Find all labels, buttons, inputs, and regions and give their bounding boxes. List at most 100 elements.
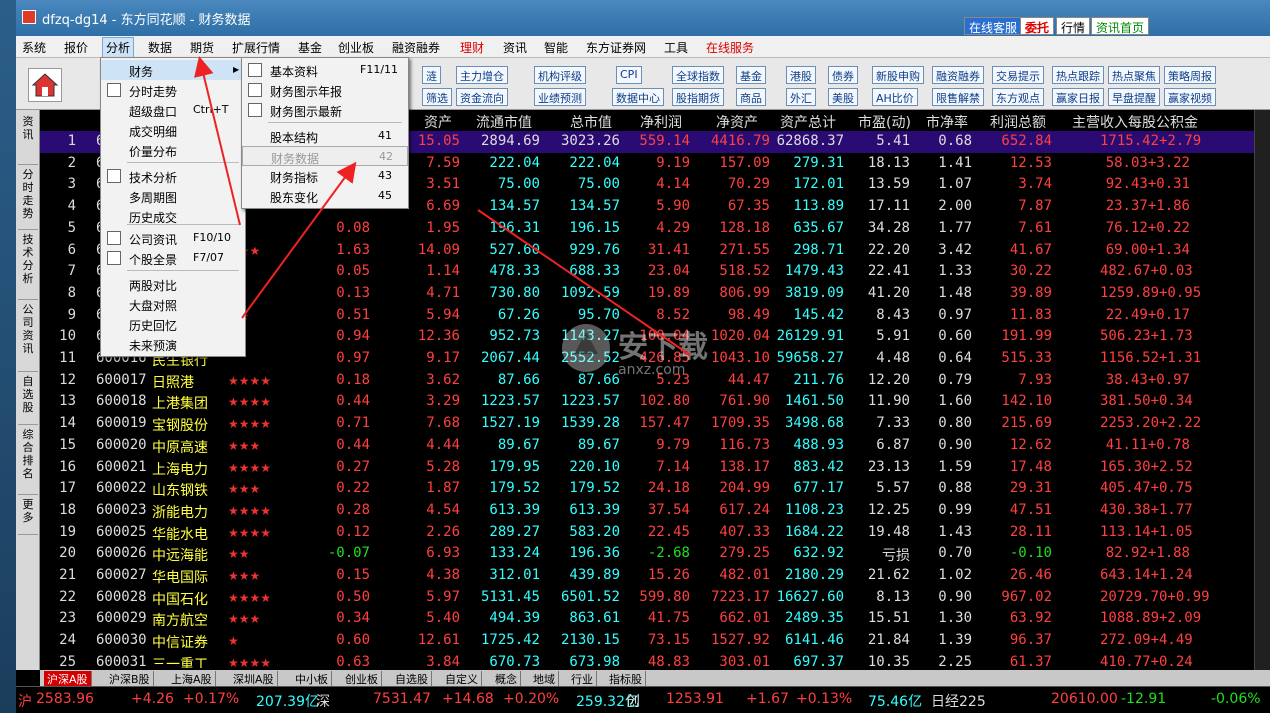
menu-0[interactable]: 系统	[22, 39, 46, 56]
market-tab-0[interactable]: 沪深A股	[44, 671, 92, 687]
vtab-6[interactable]: 更多	[18, 495, 38, 535]
online-service-button[interactable]: 在线客服	[964, 17, 1023, 35]
market-tab-1[interactable]: 沪深B股	[106, 671, 154, 687]
market-tab-9[interactable]: 地域	[530, 671, 559, 687]
menu-12[interactable]: 东方证券网	[586, 39, 646, 56]
table-row[interactable]: 23 600029 南方航空 ★★★ 0.34 5.40 494.39 863.61 41.75…	[40, 608, 1270, 630]
vtab-2[interactable]: 技术分析	[18, 230, 38, 300]
menu-7[interactable]: 创业板	[338, 39, 374, 56]
toolbar-button-2[interactable]: 主力增仓	[456, 66, 508, 84]
toolbar-button-23[interactable]: 限售解禁	[932, 88, 984, 106]
toolbar-button-15[interactable]: 策略周报	[1164, 66, 1216, 84]
toolbar-button-26[interactable]: 早盘提醒	[1108, 88, 1160, 106]
market-tab-11[interactable]: 指标股	[606, 671, 646, 687]
toolbar-button-8[interactable]: 港股	[786, 66, 816, 84]
market-tab-5[interactable]: 创业板	[342, 671, 382, 687]
menu-3[interactable]: 数据	[148, 39, 172, 56]
market-tab-10[interactable]: 行业	[568, 671, 597, 687]
table-row[interactable]: 17 600022 山东钢铁 ★★★ 0.22 1.87 179.52 179.52 24.18…	[40, 478, 1270, 500]
toolbar-button-6[interactable]: 全球指数	[672, 66, 724, 84]
table-row[interactable]: 20 600026 中远海能 ★★ -0.07 6.93 133.24 196.36 -2.68…	[40, 543, 1270, 565]
toolbar-button-24[interactable]: 东方观点	[992, 88, 1044, 106]
vertical-scrollbar[interactable]	[1254, 110, 1270, 670]
toolbar-button-27[interactable]: 赢家视频	[1164, 88, 1216, 106]
toolbar-button-21[interactable]: 美股	[828, 88, 858, 106]
finance-menu-item-2[interactable]: 财务图示最新	[242, 100, 408, 120]
table-row[interactable]: 16 600021 上海电力 ★★★★ 0.27 5.28 179.95 220.10 7.14…	[40, 457, 1270, 479]
vtab-5[interactable]: 综合排名	[18, 425, 38, 495]
menu-2[interactable]: 分析	[102, 37, 135, 58]
toolbar-button-25[interactable]: 赢家日报	[1052, 88, 1104, 106]
toolbar-button-17[interactable]: 业绩预测	[534, 88, 586, 106]
menu-6[interactable]: 基金	[298, 39, 322, 56]
table-row[interactable]: 13 600018 上港集团 ★★★★ 0.44 3.29 1223.57 1223.57 10…	[40, 391, 1270, 413]
table-row[interactable]: 18 600023 浙能电力 ★★★★ 0.28 4.54 613.39 613.39 37.5…	[40, 500, 1270, 522]
toolbar-button-7[interactable]: 基金	[736, 66, 766, 84]
finance-menu-item-5[interactable]: 财务指标 43	[242, 166, 408, 186]
analysis-menu-item-0[interactable]: 财务 ▶	[101, 60, 245, 80]
analysis-menu-item-13[interactable]: 未来预演	[101, 334, 245, 354]
analysis-menu-item-10[interactable]: 两股对比	[101, 274, 245, 294]
analysis-menu-item-3[interactable]: 成交明细	[101, 120, 245, 140]
toolbar-button-5[interactable]: 数据中心	[612, 88, 664, 106]
table-row[interactable]: 25 600031 三一重工 ★★★★ 0.63 3.84 670.73 673.98 48.8…	[40, 652, 1270, 668]
analysis-menu-item-2[interactable]: 超级盘口 Ctrl+T	[101, 100, 245, 120]
toolbar-button-14[interactable]: 热点聚焦	[1108, 66, 1160, 84]
toolbar-button-4[interactable]: CPI	[616, 66, 642, 84]
finance-menu-item-4[interactable]: 财务数据 42	[242, 146, 408, 166]
menu-9[interactable]: 理财	[460, 39, 484, 56]
table-row[interactable]: 15 600020 中原高速 ★★★ 0.44 4.44 89.67 89.67 9.79 116…	[40, 435, 1270, 457]
toolbar-button-22[interactable]: AH比价	[872, 88, 918, 106]
vtab-4[interactable]: 自选股	[18, 372, 38, 425]
analysis-menu-item-12[interactable]: 历史回忆	[101, 314, 245, 334]
market-tab-2[interactable]: 上海A股	[168, 671, 216, 687]
finance-menu-item-0[interactable]: 基本资料 F11/11	[242, 60, 408, 80]
table-row[interactable]: 22 600028 中国石化 ★★★★ 0.50 5.97 5131.45 6501.52 59…	[40, 587, 1270, 609]
analysis-menu-item-11[interactable]: 大盘对照	[101, 294, 245, 314]
analysis-menu-item-6[interactable]: 多周期图	[101, 186, 245, 206]
toolbar-button-12[interactable]: 交易提示	[992, 66, 1044, 84]
market-tab-8[interactable]: 概念	[492, 671, 521, 687]
market-tab-3[interactable]: 深圳A股	[230, 671, 278, 687]
quotes-button[interactable]: 行情	[1056, 17, 1091, 35]
finance-menu-item-1[interactable]: 财务图示年报	[242, 80, 408, 100]
vtab-0[interactable]: 资讯	[18, 112, 38, 165]
toolbar-button-16[interactable]: 资金流向	[456, 88, 508, 106]
order-button[interactable]: 委托	[1020, 17, 1055, 35]
analysis-menu-item-9[interactable]: 个股全景 F7/07	[101, 248, 245, 268]
table-row[interactable]: 24 600030 中信证券 ★ 0.60 12.61 1725.42 2130.15 73.1…	[40, 630, 1270, 652]
toolbar-button-3[interactable]: 机构评级	[534, 66, 586, 84]
toolbar-button-20[interactable]: 外汇	[786, 88, 816, 106]
toolbar-button-1[interactable]: 筛选	[422, 88, 452, 106]
menu-1[interactable]: 报价	[64, 39, 88, 56]
news-home-button[interactable]: 资讯首页	[1091, 17, 1150, 35]
toolbar-button-10[interactable]: 新股申购	[872, 66, 924, 84]
toolbar-button-11[interactable]: 融资融券	[932, 66, 984, 84]
market-tab-6[interactable]: 自选股	[392, 671, 432, 687]
analysis-menu-item-8[interactable]: 公司资讯 F10/10	[101, 228, 245, 248]
vtab-3[interactable]: 公司资讯	[18, 300, 38, 372]
toolbar-button-0[interactable]: 涟	[422, 66, 441, 84]
table-row[interactable]: 12 600017 日照港 ★★★★ 0.18 3.62 87.66 87.66 5.23 44.…	[40, 370, 1270, 392]
market-tab-4[interactable]: 中小板	[292, 671, 332, 687]
analysis-menu-item-1[interactable]: 分时走势	[101, 80, 245, 100]
menu-5[interactable]: 扩展行情	[232, 39, 280, 56]
toolbar-button-9[interactable]: 债券	[828, 66, 858, 84]
market-tab-7[interactable]: 自定义	[442, 671, 482, 687]
menu-4[interactable]: 期货	[190, 39, 214, 56]
toolbar-button-18[interactable]: 股指期货	[672, 88, 724, 106]
menu-8[interactable]: 融资融券	[392, 39, 440, 56]
menu-10[interactable]: 资讯	[503, 39, 527, 56]
vtab-1[interactable]: 分时走势	[18, 165, 38, 230]
analysis-menu-item-7[interactable]: 历史成交	[101, 206, 245, 226]
table-row[interactable]: 19 600025 华能水电 ★★★★ 0.12 2.26 289.27 583.20 22.4…	[40, 522, 1270, 544]
finance-menu-item-3[interactable]: 股本结构 41	[242, 126, 408, 146]
table-row[interactable]: 14 600019 宝钢股份 ★★★★ 0.71 7.68 1527.19 1539.28 15…	[40, 413, 1270, 435]
analysis-menu-item-4[interactable]: 价量分布	[101, 140, 245, 160]
table-row[interactable]: 21 600027 华电国际 ★★★ 0.15 4.38 312.01 439.89 15.26…	[40, 565, 1270, 587]
home-icon[interactable]	[28, 68, 62, 102]
menu-13[interactable]: 工具	[664, 39, 688, 56]
toolbar-button-19[interactable]: 商品	[736, 88, 766, 106]
finance-menu-item-6[interactable]: 股东变化 45	[242, 186, 408, 206]
toolbar-button-13[interactable]: 热点跟踪	[1052, 66, 1104, 84]
